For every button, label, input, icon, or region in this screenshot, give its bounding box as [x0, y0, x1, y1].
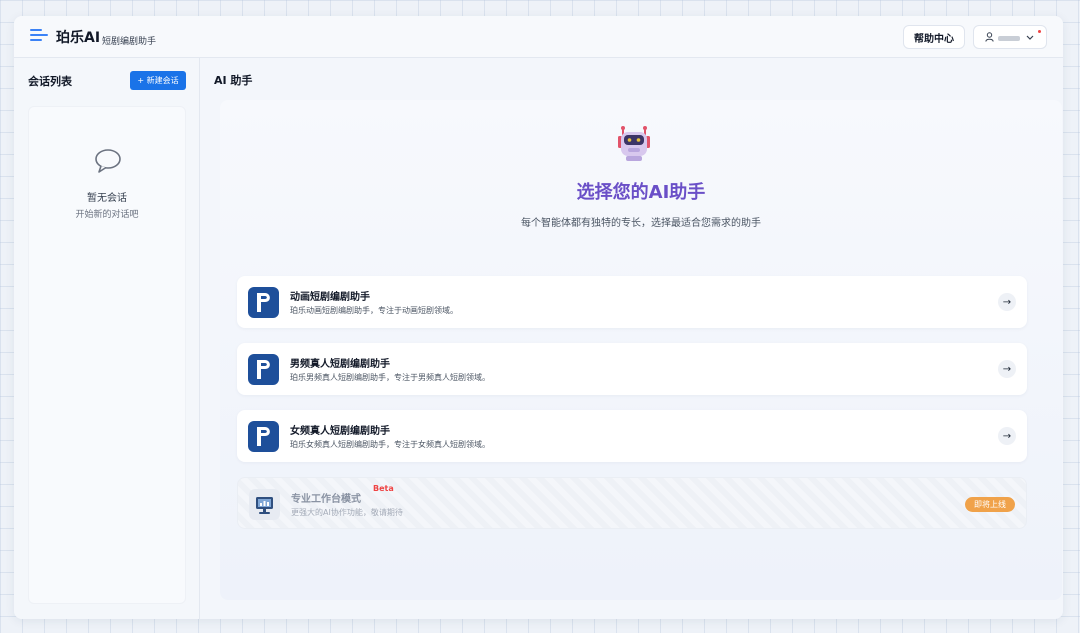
pro-description: 更强大的AI协作功能，敬请期待 [291, 508, 403, 517]
robot-icon [614, 124, 654, 164]
assistant-card-animation[interactable]: 动画短剧编剧助手 珀乐动画短剧编剧助手，专注于动画短剧领域。 → [237, 276, 1027, 328]
assistant-title: 男频真人短剧编剧助手 [290, 359, 390, 370]
pro-title: 专业工作台模式 [291, 494, 361, 505]
chat-bubble-icon [93, 147, 123, 175]
user-icon [985, 32, 994, 45]
assistant-description: 珀乐女频真人短剧编剧助手，专注于女频真人短剧领域。 [290, 440, 490, 449]
assistant-title: 女频真人短剧编剧助手 [290, 426, 390, 437]
top-bar: 珀乐AI 短剧编剧助手 帮助中心 [14, 16, 1063, 58]
conversation-list-title: 会话列表 [28, 75, 72, 88]
assistant-title: 动画短剧编剧助手 [290, 292, 370, 303]
sidebar: 会话列表 + 新建会话 暂无会话 开始新的对话吧 [14, 58, 200, 619]
monitor-icon [249, 489, 280, 520]
page-title: AI 助手 [214, 74, 253, 87]
hero-subtitle: 每个智能体都有独特的专长，选择最适合您需求的助手 [521, 218, 761, 229]
pro-workbench-card: 专业工作台模式 Beta 更强大的AI协作功能，敬请期待 即将上线 [237, 477, 1027, 529]
menu-logo-icon[interactable] [30, 29, 48, 43]
app-window: 珀乐AI 短剧编剧助手 帮助中心 会话列表 + 新建会话 暂无会话 开始新的对话… [14, 16, 1063, 619]
help-center-button[interactable]: 帮助中心 [903, 25, 965, 49]
new-conversation-button[interactable]: + 新建会话 [130, 71, 186, 90]
assistant-selection-panel: 选择您的AI助手 每个智能体都有独特的专长，选择最适合您需求的助手 动画短剧编剧… [220, 100, 1062, 600]
p-logo-icon [248, 354, 279, 385]
assistant-description: 珀乐男频真人短剧编剧助手，专注于男频真人短剧领域。 [290, 373, 490, 382]
chevron-down-icon [1026, 31, 1034, 46]
arrow-right-icon[interactable]: → [998, 360, 1016, 378]
assistant-card-female[interactable]: 女频真人短剧编剧助手 珀乐女频真人短剧编剧助手，专注于女频真人短剧领域。 → [237, 410, 1027, 462]
notification-dot [1038, 30, 1041, 33]
user-name-redacted [998, 36, 1020, 41]
arrow-right-icon[interactable]: → [998, 293, 1016, 311]
user-menu-button[interactable] [973, 25, 1047, 49]
coming-soon-badge: 即将上线 [965, 497, 1015, 512]
p-logo-icon [248, 421, 279, 452]
brand-name: 珀乐AI [56, 30, 101, 46]
conversation-list-panel: 暂无会话 开始新的对话吧 [28, 106, 186, 604]
p-logo-icon [248, 287, 279, 318]
assistant-card-male[interactable]: 男频真人短剧编剧助手 珀乐男频真人短剧编剧助手，专注于男频真人短剧领域。 → [237, 343, 1027, 395]
brand-subtitle: 短剧编剧助手 [102, 37, 157, 47]
hero-title: 选择您的AI助手 [576, 182, 706, 203]
beta-badge: Beta [373, 484, 394, 493]
arrow-right-icon[interactable]: → [998, 427, 1016, 445]
assistant-description: 珀乐动画短剧编剧助手，专注于动画短剧领域。 [290, 306, 458, 315]
empty-state-subtitle: 开始新的对话吧 [75, 210, 139, 220]
empty-state-title: 暂无会话 [87, 193, 127, 204]
